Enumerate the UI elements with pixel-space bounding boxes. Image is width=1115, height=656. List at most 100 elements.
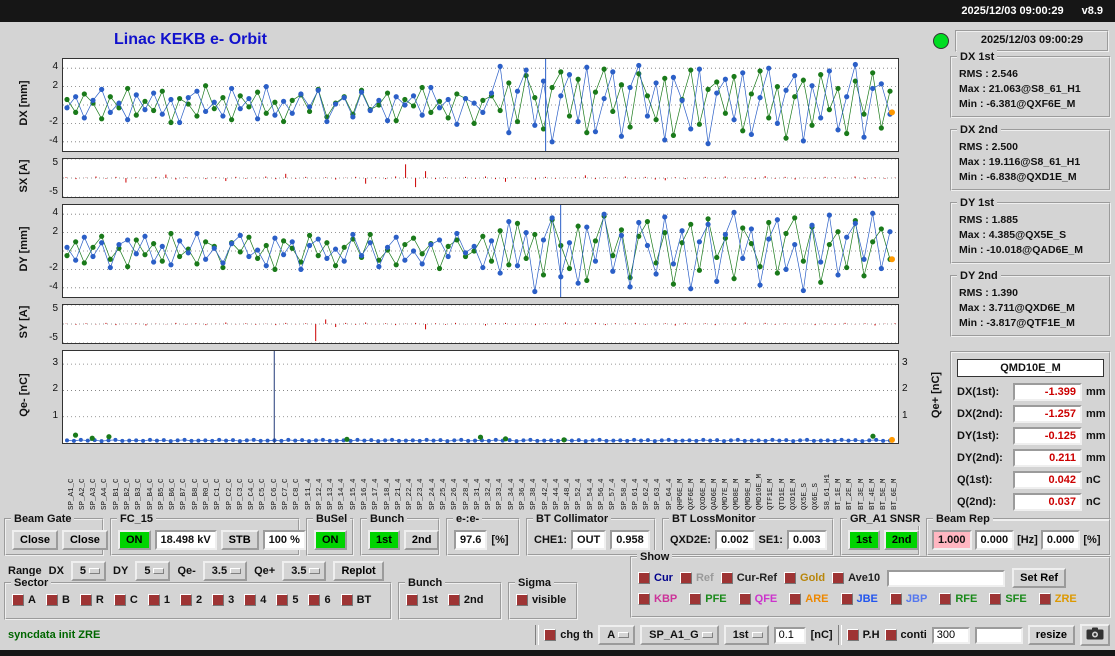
x-axis-label: SP_48_4 <box>564 478 573 510</box>
checkbox-3[interactable]: 3 <box>212 594 234 606</box>
checkbox-ph[interactable]: P.H <box>846 629 880 641</box>
checkbox-gold[interactable]: Gold <box>784 572 825 584</box>
checkbox-are[interactable]: ARE <box>789 593 829 605</box>
checkbox-visible[interactable]: visible <box>516 594 566 606</box>
checkbox-4[interactable]: 4 <box>244 594 266 606</box>
x-axis-label: QTD1E_M <box>778 478 787 510</box>
checkbox-ave10[interactable]: Ave10 <box>832 572 880 584</box>
stat-line: RMS : 2.500 <box>959 141 1018 153</box>
y-tick-label-right: 2 <box>902 383 908 395</box>
range-dx-select[interactable]: 5 <box>70 561 107 581</box>
checkbox-bt[interactable]: BT <box>340 594 372 606</box>
checkbox-label: 1st <box>422 594 438 606</box>
range-dy-select[interactable]: 5 <box>135 561 171 581</box>
fc15-on-button[interactable]: ON <box>118 530 151 550</box>
checkbox-curref[interactable]: Cur-Ref <box>720 572 777 584</box>
x-axis-label: SP_C2_C <box>225 478 234 510</box>
checkbox-qfe[interactable]: QFE <box>738 593 777 605</box>
busel-on-button[interactable]: ON <box>314 530 347 550</box>
x-axis-label: SP_B6_C <box>169 478 178 510</box>
bunch-1st-button[interactable]: 1st <box>368 530 400 550</box>
checkbox-6[interactable]: 6 <box>308 594 331 606</box>
plot-area-sx <box>62 158 899 198</box>
monitor-row-label: DY(1st): <box>957 430 1000 442</box>
count-input[interactable] <box>931 626 970 644</box>
gr-snsr-1st-button[interactable]: 1st <box>848 530 880 550</box>
x-axis-label: SP_56_4 <box>597 478 606 510</box>
checkbox-rfe[interactable]: RFE <box>939 593 977 605</box>
checkbox-chg-th[interactable]: chg th <box>544 629 593 641</box>
checkbox-label: 3 <box>228 594 235 606</box>
monitor-select[interactable]: SP_A1_G <box>640 625 719 645</box>
x-axis-label: SP_B2_C <box>124 478 133 510</box>
checkbox-label: BT <box>356 594 372 606</box>
checkbox-conti[interactable]: conti <box>884 629 927 641</box>
checkbox-cur[interactable]: Cur <box>638 572 673 584</box>
bunch-2nd-button[interactable]: 2nd <box>403 530 440 550</box>
checkbox-2[interactable]: 2 <box>179 594 202 606</box>
checkbox-zre[interactable]: ZRE <box>1038 593 1077 605</box>
x-axis-label: SP_12_4 <box>315 478 324 510</box>
busel-group: BuSel ON <box>306 512 354 556</box>
ref-name-input[interactable] <box>887 569 1006 587</box>
checkbox-indicator <box>939 593 952 605</box>
set-ref-button[interactable]: Set Ref <box>1012 568 1067 588</box>
camera-button[interactable] <box>1080 624 1110 646</box>
checkbox-indicator <box>147 594 160 606</box>
sector-group: Sector A B R C 1 2 3 4 5 6 BT <box>4 576 392 620</box>
stat-line: Max : 4.385@QX5E_S <box>959 229 1067 241</box>
checkbox-b[interactable]: B <box>45 594 70 606</box>
show-group: Show Cur Ref Cur-Ref Gold Ave10 Set Ref KBP P… <box>630 550 1111 618</box>
bunch-number-select[interactable]: 1st <box>723 625 769 645</box>
checkbox-1st[interactable]: 1st <box>406 594 438 606</box>
x-axis-label: SP_C3_C <box>236 478 245 510</box>
checkbox-5[interactable]: 5 <box>276 594 298 606</box>
range-qe-plus-select[interactable]: 3.5 <box>282 561 327 581</box>
replot-button[interactable]: Replot <box>333 561 384 581</box>
checkbox-r[interactable]: R <box>79 594 104 606</box>
range-qe-minus-select[interactable]: 3.5 <box>202 561 248 581</box>
checkbox-2nd[interactable]: 2nd <box>447 594 483 606</box>
bt-collimator-label: CHE1: <box>534 534 568 546</box>
fc15-stb-button[interactable]: STB <box>220 530 259 550</box>
axis-label-qe-plus: Qe+ [nC] <box>930 371 942 419</box>
checkbox-jbe[interactable]: JBE <box>840 593 878 605</box>
plot-area-dy <box>62 204 899 298</box>
checkbox-c[interactable]: C <box>113 594 138 606</box>
beam-gate-close-1-button[interactable]: Close <box>12 530 58 550</box>
stat-line: Min : -3.817@QTF1E_M <box>959 317 1075 329</box>
checkbox-label: P.H <box>862 629 880 641</box>
x-axis-label: SP_52_4 <box>575 478 584 510</box>
checkbox-label: 1 <box>163 594 170 606</box>
group-title-beam-rep: Beam Rep <box>933 512 993 526</box>
stat-line: RMS : 2.546 <box>959 68 1018 80</box>
checkbox-label: 5 <box>292 594 299 606</box>
y-tick-label: 4 <box>52 61 58 73</box>
bunch-select-group: Bunch 1st 2nd <box>398 576 502 620</box>
checkbox-indicator <box>638 572 650 584</box>
fc15-kv-value: 18.498 kV <box>154 530 217 550</box>
checkbox-label: 4 <box>260 594 267 606</box>
gr-snsr-2nd-button[interactable]: 2nd <box>883 530 920 550</box>
x-axis-label: SP_13_4 <box>327 478 336 510</box>
checkbox-pfe[interactable]: PFE <box>689 593 727 605</box>
threshold-input[interactable] <box>773 626 806 644</box>
checkbox-sfe[interactable]: SFE <box>989 593 1027 605</box>
plot-area-q <box>62 350 899 444</box>
checkbox-1[interactable]: 1 <box>147 594 170 606</box>
checkbox-label: SFE <box>1005 593 1027 605</box>
group-title-sigma: Sigma <box>515 576 555 590</box>
x-axis-label: BT_6E_M <box>891 478 900 510</box>
fc15-group: FC_15 ON 18.498 kV STB 100 % <box>110 512 306 556</box>
checkbox-a[interactable]: A <box>12 594 36 606</box>
mode-select[interactable]: A <box>598 625 636 645</box>
checkbox-kbp[interactable]: KBP <box>638 593 677 605</box>
aux-input[interactable] <box>974 626 1023 644</box>
resize-button[interactable]: resize <box>1027 625 1075 645</box>
checkbox-ref[interactable]: Ref <box>679 572 714 584</box>
beam-gate-close-2-button[interactable]: Close <box>61 530 108 550</box>
checkbox-indicator <box>244 594 257 606</box>
x-axis-label: QMD9E_M <box>744 478 753 510</box>
checkbox-label: Ref <box>695 572 714 584</box>
checkbox-jbp[interactable]: JBP <box>889 593 927 605</box>
